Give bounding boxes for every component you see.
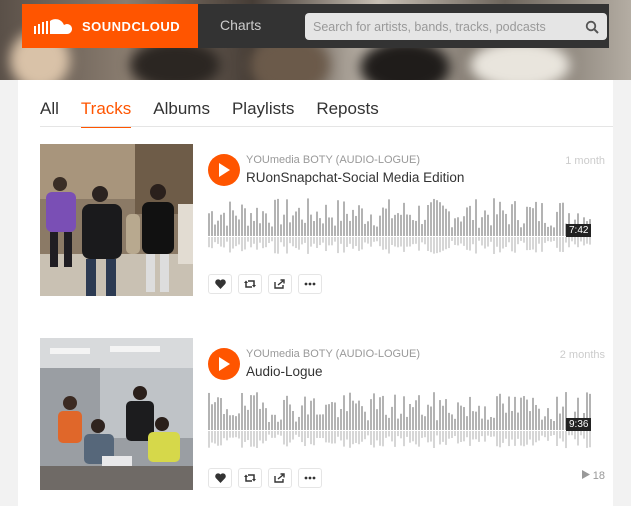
nav-charts-link[interactable]: Charts [220,17,261,33]
play-button[interactable] [208,348,240,380]
share-button[interactable] [268,274,292,294]
like-button[interactable] [208,468,232,488]
top-navigation-bar: SOUNDCLOUD Charts [22,4,609,48]
track-title[interactable]: RUonSnapchat-Social Media Edition [246,170,464,185]
repost-button[interactable] [238,274,262,294]
track-uploader[interactable]: YOUmedia BOTY (AUDIO-LOGUE) [246,348,420,360]
search-input[interactable] [313,19,585,34]
play-icon [219,163,230,177]
tabs-divider [40,126,613,127]
track-actions [208,468,322,488]
play-icon [219,357,230,371]
tab-tracks[interactable]: Tracks [80,99,132,128]
more-button[interactable] [298,468,322,488]
play-count: 18 [581,470,605,482]
more-icon [304,476,316,480]
search-bar [305,13,607,40]
track-uploader[interactable]: YOUmedia BOTY (AUDIO-LOGUE) [246,154,420,166]
more-icon [304,282,316,286]
track-posted-time: 2 months [559,349,605,361]
track-posted-time: 1 month [565,155,605,167]
track-duration: 7:42 [566,224,592,237]
search-icon[interactable] [585,20,599,34]
soundcloud-logo[interactable]: SOUNDCLOUD [22,4,198,48]
track-item: YOUmedia BOTY (AUDIO-LOGUE) Audio-Logue … [40,338,605,493]
track-item: YOUmedia BOTY (AUDIO-LOGUE) RUonSnapchat… [40,144,605,299]
more-button[interactable] [298,274,322,294]
repost-button[interactable] [238,468,262,488]
track-actions [208,274,322,294]
repost-icon [244,474,256,482]
repost-icon [244,280,256,288]
brand-name: SOUNDCLOUD [82,18,181,34]
track-artwork[interactable] [40,144,193,296]
track-duration: 9:36 [566,418,592,431]
play-button[interactable] [208,154,240,186]
like-icon [214,279,226,289]
share-icon [274,473,285,483]
like-button[interactable] [208,274,232,294]
tab-all[interactable]: All [40,99,59,128]
play-count-value: 18 [592,470,605,482]
track-title[interactable]: Audio-Logue [246,364,323,379]
profile-content-panel: All Tracks Albums Playlists Reposts YOUm… [18,80,613,506]
plays-icon [581,470,590,479]
share-icon [274,279,285,289]
tab-albums[interactable]: Albums [153,99,210,128]
track-waveform[interactable] [208,392,592,450]
track-artwork[interactable] [40,338,193,490]
share-button[interactable] [268,468,292,488]
tab-reposts[interactable]: Reposts [316,99,378,128]
soundcloud-logo-icon [34,19,72,34]
like-icon [214,473,226,483]
profile-tabs: All Tracks Albums Playlists Reposts [40,99,379,128]
tab-playlists[interactable]: Playlists [232,99,294,128]
track-waveform[interactable] [208,198,592,256]
